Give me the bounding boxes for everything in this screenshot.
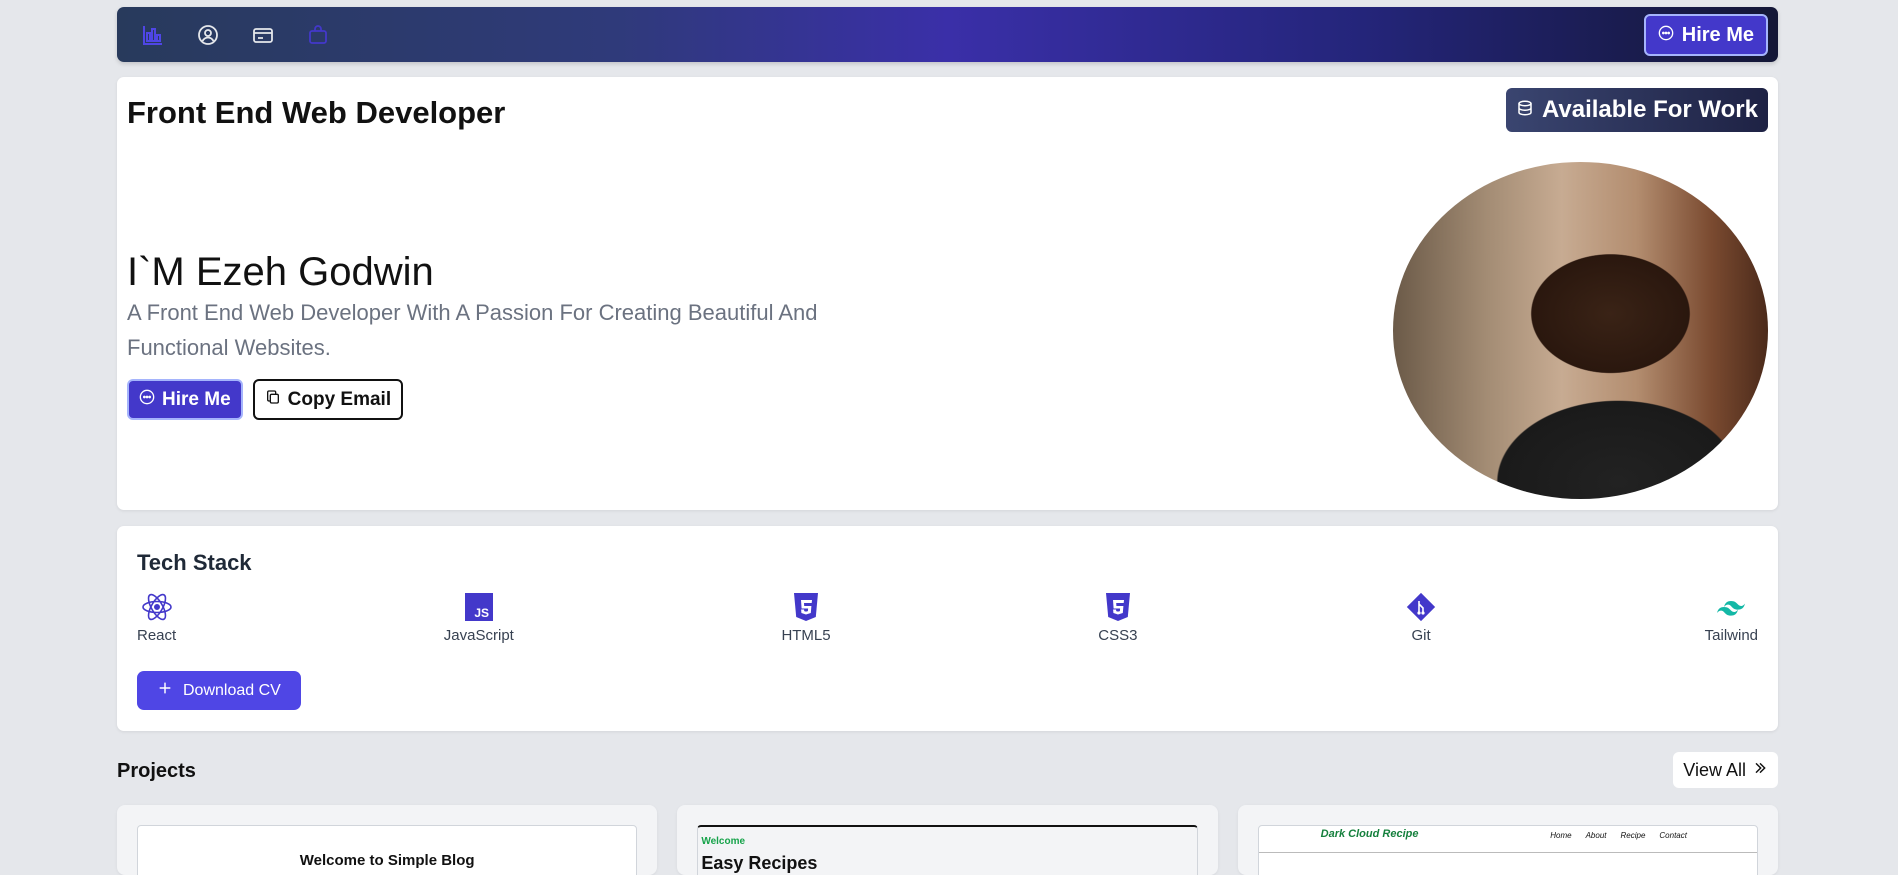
project-preview-welcome: Welcome — [701, 836, 746, 847]
project-preview-heading: Welcome to Simple Blog — [299, 852, 475, 869]
download-cv-label: Download CV — [183, 681, 281, 699]
git-icon — [1405, 592, 1437, 622]
tech-stack-list: React JS JavaScript HTML5 CSS3 Git Tailw… — [137, 592, 1758, 644]
page-title: Front End Web Developer — [127, 95, 506, 130]
hire-me-label: Hire Me — [162, 388, 231, 410]
download-cv-button[interactable]: Download CV — [137, 671, 301, 710]
top-nav: Hire Me — [117, 7, 1778, 62]
tech-label: HTML5 — [781, 627, 831, 644]
availability-badge: Available For Work — [1505, 88, 1768, 132]
tech-label: Tailwind — [1704, 627, 1758, 644]
project-screenshot: Welcome to Simple Blog — [137, 825, 638, 875]
copy-icon — [265, 389, 281, 411]
nav-icon-group — [137, 21, 334, 49]
chart-icon[interactable] — [137, 21, 169, 49]
html5-icon — [790, 592, 822, 622]
database-icon — [1516, 96, 1534, 124]
hero-actions: Hire Me Copy Email — [127, 379, 404, 420]
preview-nav-item: Home — [1550, 831, 1572, 840]
project-screenshot: Dark Cloud Recipe Home About Recipe Cont… — [1257, 825, 1758, 875]
nav-hire-button[interactable]: Hire Me — [1643, 14, 1768, 56]
react-icon — [141, 592, 173, 622]
projects-header: Projects View All — [117, 748, 1778, 792]
project-preview-heading: Easy Recipes — [701, 853, 818, 873]
svg-text:JS: JS — [474, 606, 489, 620]
tailwind-icon — [1715, 592, 1747, 622]
hero-description: A Front End Web Developer With A Passion… — [127, 300, 818, 360]
availability-label: Available For Work — [1541, 96, 1758, 123]
chat-icon — [139, 389, 155, 411]
tech-item-css3: CSS3 — [1098, 592, 1137, 644]
tech-stack-title: Tech Stack — [137, 550, 252, 575]
hire-me-button[interactable]: Hire Me — [127, 379, 243, 420]
user-icon[interactable] — [192, 21, 224, 49]
view-all-label: View All — [1683, 759, 1746, 780]
tech-stack-section: Tech Stack React JS JavaScript HTML5 CSS… — [117, 526, 1778, 731]
nav-hire-label: Hire Me — [1681, 23, 1754, 46]
copy-email-label: Copy Email — [287, 388, 392, 410]
divider — [1258, 852, 1757, 853]
projects-title: Projects — [117, 760, 196, 782]
tech-label: React — [137, 627, 177, 644]
tech-item-javascript: JS JavaScript — [444, 592, 514, 644]
view-all-button[interactable]: View All — [1673, 752, 1778, 788]
tech-item-tailwind: Tailwind — [1705, 592, 1758, 644]
hero-name: I`M Ezeh Godwin — [127, 250, 434, 294]
tech-label: CSS3 — [1098, 627, 1138, 644]
css3-icon — [1102, 592, 1134, 622]
project-preview-brand: Dark Cloud Recipe — [1320, 828, 1419, 840]
preview-nav-item: About — [1585, 831, 1607, 840]
tech-item-git: Git — [1405, 592, 1437, 644]
preview-nav-item: Recipe — [1620, 831, 1646, 840]
tech-item-react: React — [137, 592, 176, 644]
tech-label: Git — [1411, 627, 1431, 644]
project-screenshot: Welcome Easy Recipes — [697, 825, 1198, 875]
avatar — [1393, 162, 1768, 499]
plus-icon — [157, 680, 173, 701]
chevrons-right-icon — [1752, 760, 1768, 781]
tech-label: JavaScript — [443, 627, 514, 644]
preview-nav-item: Contact — [1659, 831, 1687, 840]
copy-email-button[interactable]: Copy Email — [252, 379, 404, 420]
bag-icon[interactable] — [302, 21, 334, 49]
tech-item-html5: HTML5 — [781, 592, 831, 644]
javascript-icon: JS — [463, 592, 495, 622]
project-preview-nav: Home About Recipe Contact — [1550, 831, 1687, 840]
hero-section: Front End Web Developer Available For Wo… — [117, 77, 1778, 510]
card-icon[interactable] — [247, 21, 279, 49]
chat-icon — [1658, 24, 1674, 47]
